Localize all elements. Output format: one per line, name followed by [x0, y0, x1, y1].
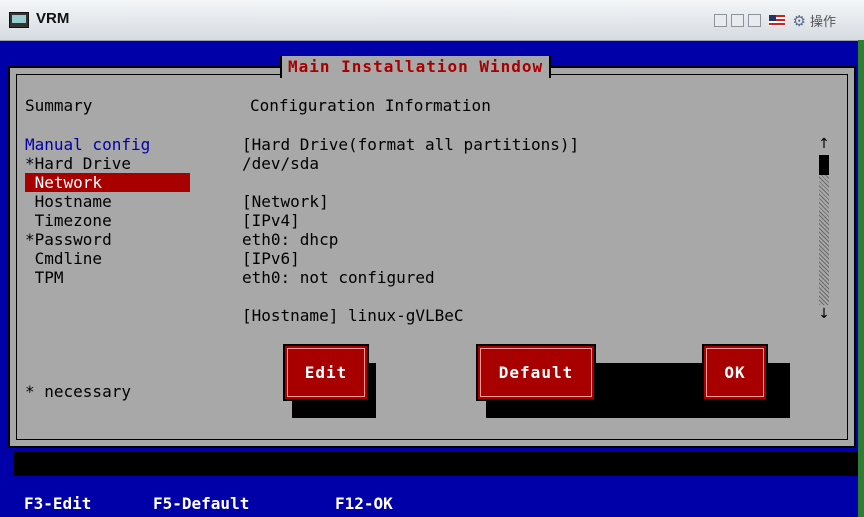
config-line — [242, 173, 579, 192]
menu-item-hostname[interactable]: Hostname — [25, 192, 190, 211]
titlebar-controls: ⚙ 操作 — [713, 11, 836, 30]
menu-item-manual-config[interactable]: Manual config — [25, 135, 190, 154]
summary-menu: Manual config *Hard Drive Network Hostna… — [25, 135, 190, 287]
f3-edit-hint[interactable]: F3-Edit — [24, 490, 91, 517]
config-header: Configuration Information — [250, 96, 491, 115]
config-line: eth0: dhcp — [242, 230, 339, 249]
ok-button[interactable]: OK — [702, 344, 768, 401]
dialog-title: Main Installation Window — [280, 56, 552, 78]
config-info-panel: [Hard Drive(format all partitions)] /dev… — [242, 135, 579, 325]
window-title: VRM — [36, 10, 70, 27]
menu-item-timezone[interactable]: Timezone — [25, 211, 190, 230]
main-installation-window: Main Installation Window Summary Configu… — [8, 56, 856, 448]
necessary-footnote: * necessary — [25, 382, 131, 401]
gear-icon[interactable]: ⚙ — [793, 13, 806, 28]
window-edge — [858, 40, 864, 517]
config-line: [IPv6] — [242, 249, 300, 268]
restore-button[interactable] — [730, 14, 744, 27]
ops-menu[interactable]: 操作 — [810, 11, 836, 30]
config-line: [Hard Drive(format all partitions)] — [242, 135, 580, 154]
window-titlebar: VRM ⚙ 操作 — [0, 0, 864, 41]
menu-item-network[interactable]: Network — [25, 173, 190, 192]
edit-button[interactable]: Edit — [283, 344, 369, 401]
scroll-thumb[interactable] — [819, 155, 829, 175]
console-shadow-strip — [14, 452, 858, 476]
app-icon — [9, 12, 29, 28]
menu-item-hard-drive[interactable]: *Hard Drive — [25, 154, 190, 173]
flag-icon[interactable] — [768, 15, 785, 26]
config-line: [Hostname] linux-gVLBeC — [242, 306, 464, 325]
scroll-up-arrow-icon[interactable]: ↑ — [818, 137, 830, 151]
f12-ok-hint[interactable]: F12-OK — [335, 490, 393, 517]
summary-header: Summary — [25, 96, 93, 115]
config-line: [IPv4] — [242, 211, 300, 230]
f5-default-hint[interactable]: F5-Default — [153, 490, 249, 517]
maximize-button[interactable] — [747, 14, 761, 27]
default-button[interactable]: Default — [476, 344, 596, 401]
menu-item-cmdline[interactable]: Cmdline — [25, 249, 190, 268]
scroll-down-arrow-icon[interactable]: ↓ — [818, 307, 830, 321]
config-line — [242, 287, 579, 306]
menu-item-tpm[interactable]: TPM — [25, 268, 190, 287]
config-scrollbar[interactable]: ↑ ↓ — [818, 137, 830, 325]
scroll-track[interactable] — [819, 155, 829, 305]
config-line: [Network] — [242, 192, 329, 211]
menu-item-password[interactable]: *Password — [25, 230, 190, 249]
config-line: /dev/sda — [242, 154, 320, 173]
config-line: eth0: not configured — [242, 268, 435, 287]
minimize-button[interactable] — [713, 14, 727, 27]
function-key-bar: F3-Edit F5-Default F12-OK — [0, 490, 864, 517]
